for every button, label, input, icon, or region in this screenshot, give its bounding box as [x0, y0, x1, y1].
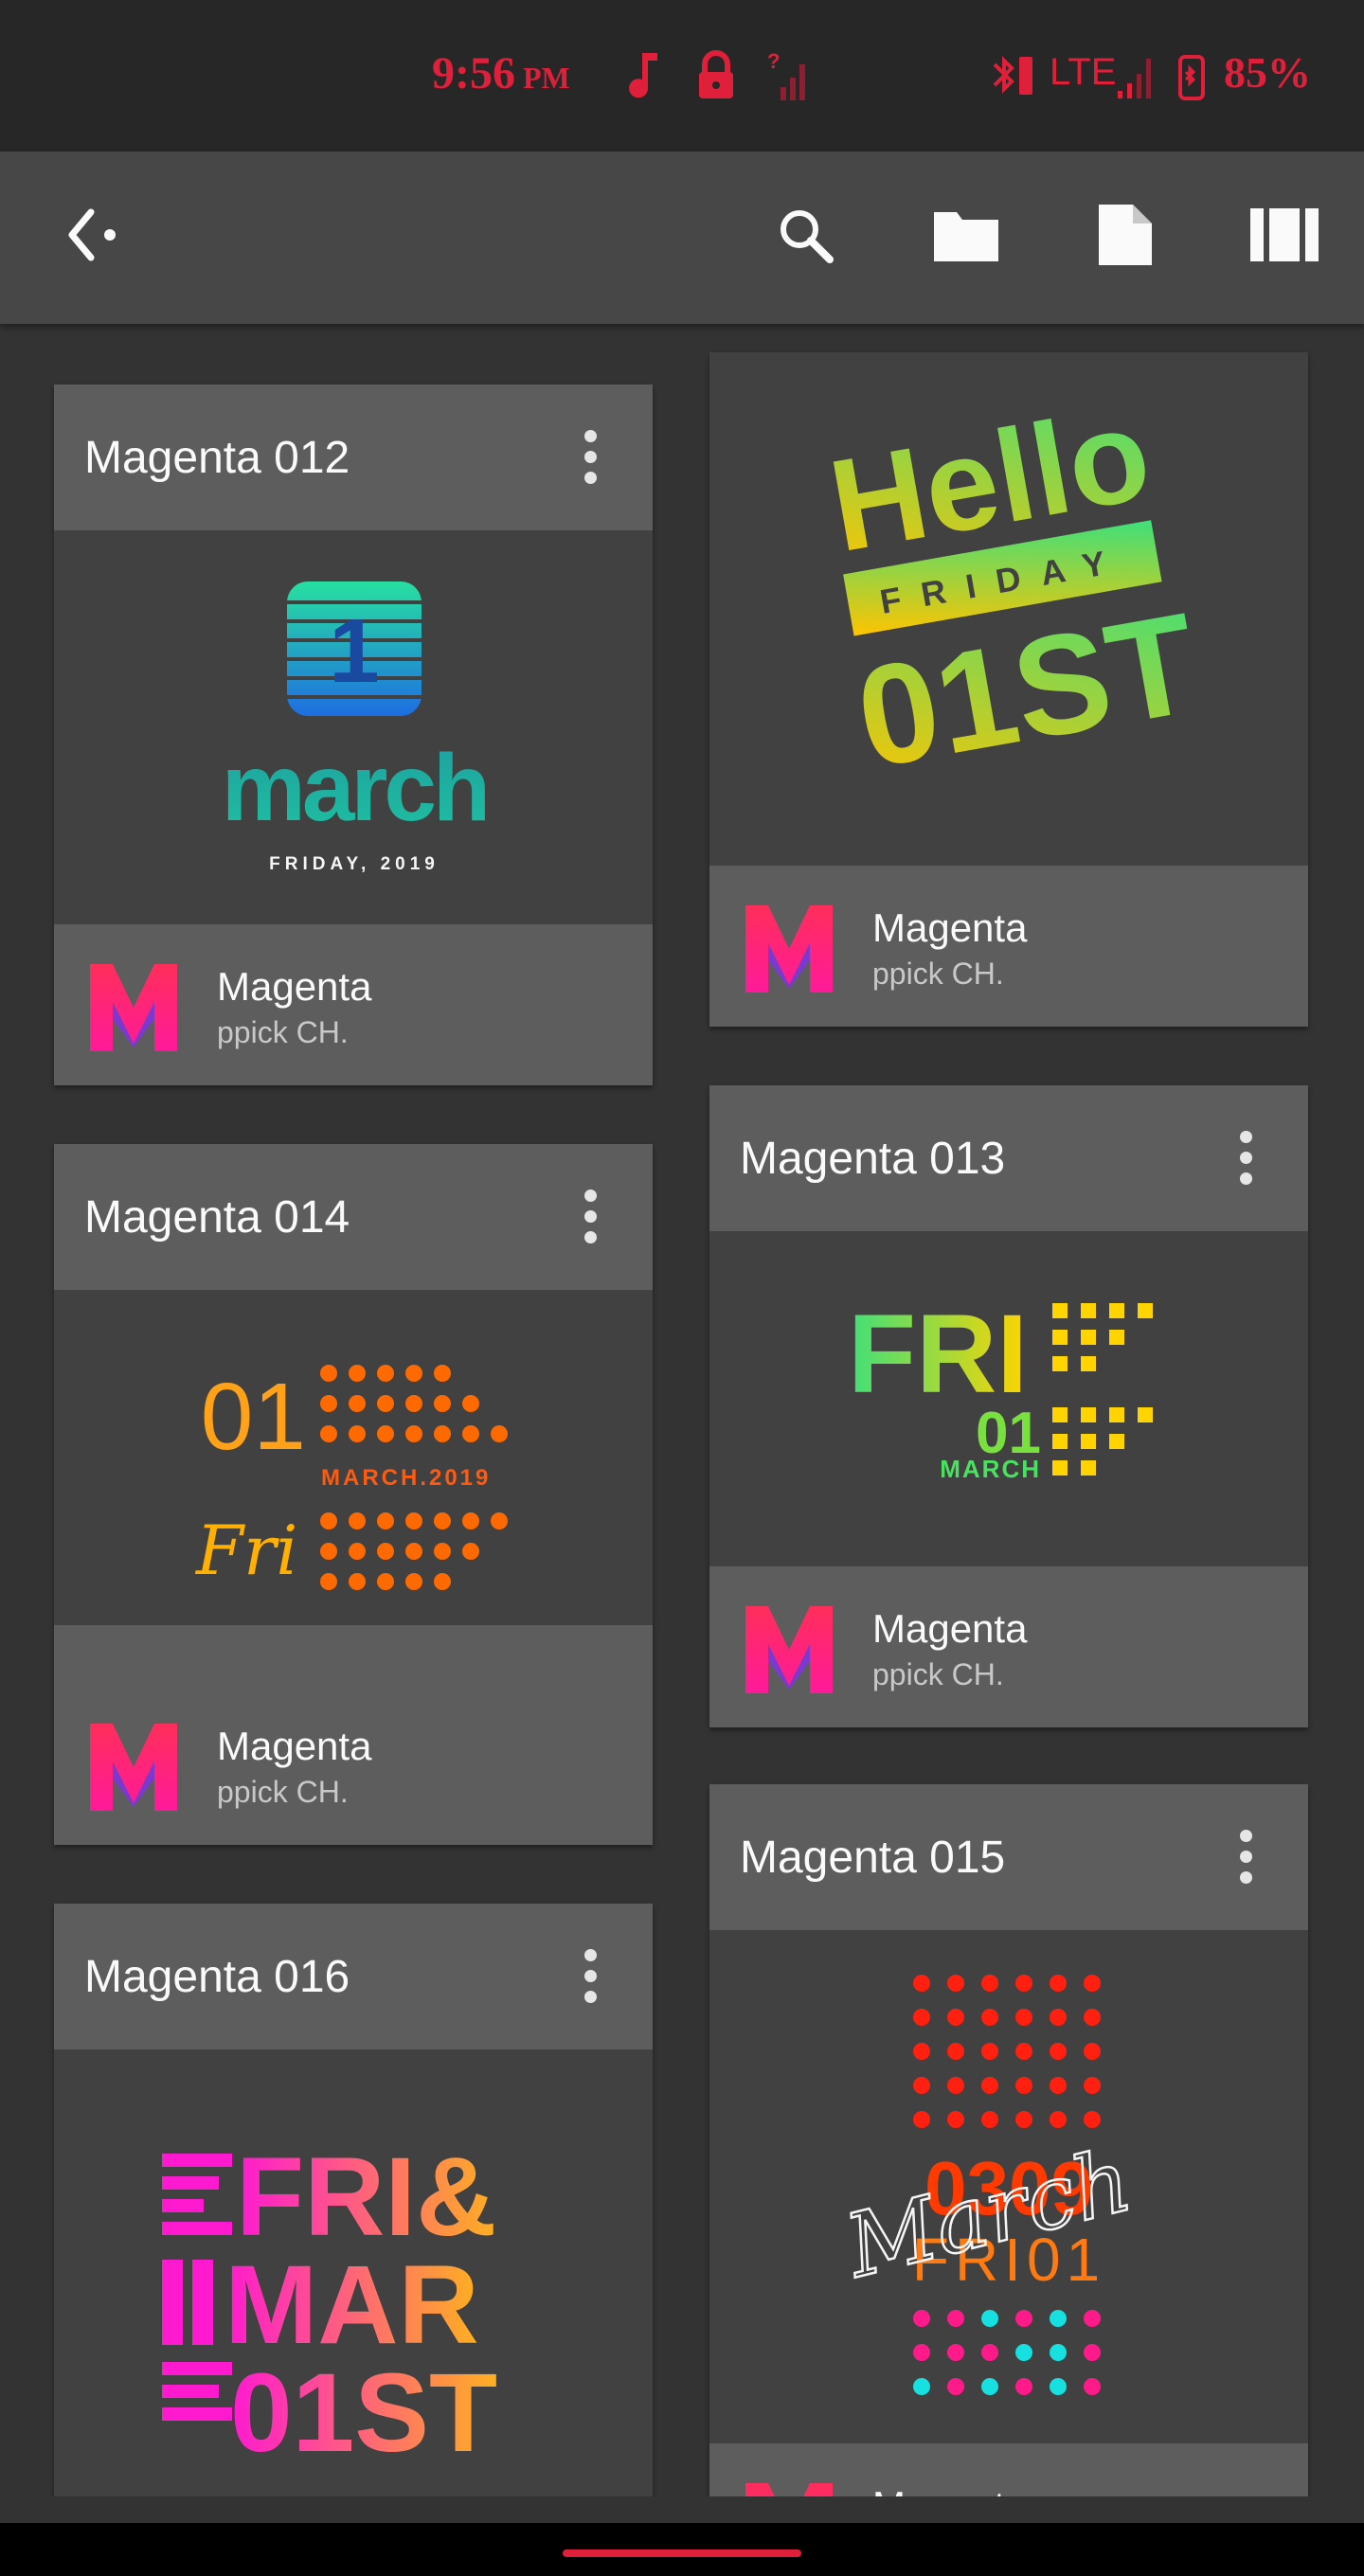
card-title: Magenta 014: [84, 1192, 350, 1243]
magenta-logo-icon: [745, 905, 833, 993]
card-footer: Magenta: [709, 2443, 1308, 2496]
card-title: Magenta 016: [84, 1952, 350, 2002]
author-name: Magenta: [872, 905, 1028, 950]
art-line-3: 01ST: [230, 2351, 497, 2476]
card-footer: Magenta ppick CH.: [54, 1625, 653, 1845]
art-day: FRI: [848, 1292, 1028, 1417]
card-header: Magenta 015: [709, 1784, 1308, 1930]
art-month: MARCH: [940, 1455, 1041, 1483]
theme-preview: 0309 FRI01 March: [709, 1930, 1308, 2443]
more-options-icon[interactable]: [1234, 1131, 1257, 1188]
card-header: Magenta 016: [54, 1904, 653, 2049]
more-options-icon[interactable]: [579, 1190, 601, 1246]
theme-preview: FRI 01 MARCH: [709, 1231, 1308, 1566]
magenta-logo-icon: [745, 2483, 833, 2496]
publisher-name: ppick CH.: [872, 1657, 1004, 1691]
more-options-icon[interactable]: [579, 1949, 601, 2006]
card-footer: Magenta ppick CH.: [54, 924, 653, 1085]
card-title: Magenta 015: [740, 1833, 1006, 1883]
network-type: LTE: [1050, 51, 1117, 93]
back-button[interactable]: [47, 189, 138, 280]
art-line-1: FRI&: [236, 2135, 496, 2260]
card-title: Magenta 013: [740, 1134, 1006, 1184]
magenta-logo-icon: [745, 1606, 833, 1693]
theme-card[interactable]: Magenta 015 0309 FRI01 March: [709, 1784, 1308, 2496]
publisher-name: ppick CH.: [217, 1775, 349, 1809]
signal-strength-icon: [1118, 59, 1151, 98]
search-button[interactable]: [760, 189, 851, 280]
theme-preview: FRI& MAR 01ST: [54, 2049, 653, 2496]
theme-preview: 01 MARCH.2019 Fri: [54, 1290, 653, 1625]
art-month: march: [222, 735, 487, 841]
preview-art: 01 MARCH.2019 Fri: [194, 1364, 508, 1590]
theme-card[interactable]: Magenta 014 01 MARCH.2019 Fri Magenta pp…: [54, 1144, 653, 1845]
magenta-logo-icon: [90, 1724, 177, 1811]
theme-card[interactable]: Magenta 013 FRI 01 MARCH Magenta ppick C…: [709, 1085, 1308, 1727]
status-time: 9:56 PM: [432, 48, 570, 98]
art-num: 01: [201, 1364, 306, 1470]
folder-button[interactable]: [921, 189, 1012, 280]
theme-preview: Hello FRIDAY 01ST: [709, 352, 1308, 866]
art-day: Fri: [194, 1511, 297, 1590]
theme-card[interactable]: Hello FRIDAY 01ST Magenta ppick CH.: [709, 352, 1308, 1027]
publisher-name: ppick CH.: [217, 1015, 349, 1049]
card-title: Magenta 012: [84, 433, 350, 483]
battery-saver-icon: [1178, 55, 1205, 100]
search-icon: [781, 210, 834, 263]
card-header: Magenta 014: [54, 1144, 653, 1290]
art-date: MARCH.2019: [321, 1465, 491, 1491]
author-name: Magenta: [217, 1724, 372, 1768]
magenta-logo-icon: [90, 964, 177, 1051]
card-header: Magenta 013: [709, 1085, 1308, 1231]
content-grid: Magenta 012 1 march FRIDAY, 2019 Magenta: [0, 324, 1364, 2496]
art-line: FRIDAY, 2019: [269, 854, 440, 874]
preview-art: FRI 01 MARCH: [848, 1292, 1153, 1483]
art-day: 1: [329, 600, 379, 702]
file-button[interactable]: [1080, 189, 1171, 280]
svg-text:?: ?: [767, 49, 780, 73]
toolbar: [0, 152, 1364, 324]
columns-icon: [1250, 208, 1319, 261]
columns-view-button[interactable]: [1239, 189, 1330, 280]
signal-no-sim-icon: ?: [767, 49, 805, 100]
preview-art: 1 march FRIDAY, 2019: [222, 581, 491, 874]
card-footer: Magenta ppick CH.: [709, 866, 1308, 1027]
more-options-icon[interactable]: [1234, 1830, 1257, 1887]
author-name: Magenta: [872, 2483, 1027, 2496]
home-gesture-handle[interactable]: [563, 2549, 801, 2557]
publisher-name: ppick CH.: [872, 957, 1004, 991]
bluetooth-battery-icon: [993, 56, 1032, 95]
music-note-icon: [629, 53, 657, 98]
preview-art: 0309 FRI01 March: [834, 1975, 1141, 2395]
folder-icon: [934, 212, 998, 261]
card-footer: Magenta ppick CH.: [709, 1566, 1308, 1727]
author-name: Magenta: [872, 1606, 1028, 1651]
status-bar: 9:56 PM ? LTE 85%: [0, 0, 1364, 152]
art-line-2: MAR: [224, 2243, 479, 2368]
battery-level: 85%: [1224, 48, 1311, 97]
theme-preview: 1 march FRIDAY, 2019: [54, 530, 653, 924]
lock-icon: [699, 50, 733, 98]
back-icon: [68, 208, 116, 261]
preview-art: Hello FRIDAY 01ST: [820, 381, 1209, 798]
theme-card[interactable]: Magenta 016 FRI& MAR 01ST: [54, 1904, 653, 2496]
card-header: Magenta 012: [54, 385, 653, 530]
author-name: Magenta: [217, 964, 372, 1009]
preview-art: FRI& MAR 01ST: [162, 2135, 497, 2476]
file-icon: [1099, 205, 1152, 265]
more-options-icon[interactable]: [579, 430, 601, 487]
theme-card[interactable]: Magenta 012 1 march FRIDAY, 2019 Magenta: [54, 385, 653, 1085]
